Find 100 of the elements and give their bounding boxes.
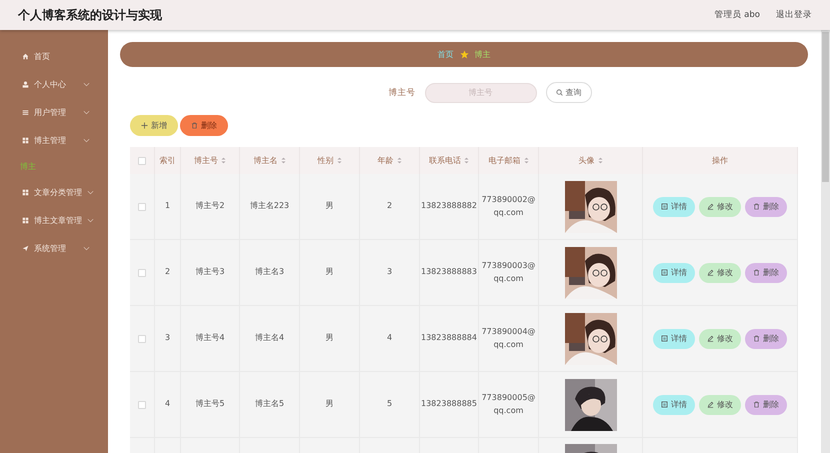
sort-icon[interactable] xyxy=(598,157,602,164)
admin-username: 管理员 abo xyxy=(714,9,760,21)
table-cell: 博主号5 xyxy=(181,372,240,438)
home-icon xyxy=(22,52,29,60)
chevron-icon[interactable] xyxy=(87,190,94,194)
star-icon xyxy=(460,50,468,59)
row-action-button[interactable]: 删除 xyxy=(745,262,787,282)
row-action-button[interactable]: 详情 xyxy=(653,262,695,282)
table-cell: 773890005@qq.com xyxy=(479,372,539,438)
pencil-icon xyxy=(707,335,714,342)
table-cell: 13823888883 xyxy=(420,240,479,306)
row-checkbox[interactable] xyxy=(138,400,146,408)
row-action-button[interactable]: 详情 xyxy=(653,328,695,348)
column-header[interactable]: 博主名 xyxy=(254,155,278,166)
row-action-button[interactable]: 修改 xyxy=(699,196,741,216)
table-cell: 博主名223 xyxy=(240,174,300,240)
table-cell: 博主名3 xyxy=(240,240,300,306)
document-icon xyxy=(661,335,668,342)
grid-icon xyxy=(22,136,29,144)
row-action-button[interactable]: 删除 xyxy=(745,196,787,216)
table-cell: 1 xyxy=(155,174,181,240)
table-cell: 男 xyxy=(300,372,360,438)
sort-icon[interactable] xyxy=(524,157,528,164)
table-cell: 13823888884 xyxy=(420,306,479,372)
row-action-button[interactable]: 详情 xyxy=(653,196,695,216)
document-icon xyxy=(661,269,668,276)
sidebar-item[interactable]: 个人中心 xyxy=(34,78,78,90)
row-checkbox[interactable] xyxy=(138,268,146,276)
column-header[interactable]: 博主号 xyxy=(194,155,218,166)
table-cell: 3 xyxy=(360,240,420,306)
table-cell: 博主号2 xyxy=(181,174,240,240)
sort-icon[interactable] xyxy=(464,157,469,164)
table-cell: 博主名4 xyxy=(240,306,300,372)
table-cell: 男 xyxy=(300,306,360,372)
trash-icon xyxy=(753,269,760,276)
trash-icon xyxy=(191,122,198,129)
table-cell: 男 xyxy=(300,174,360,240)
table-cell: 2 xyxy=(360,174,420,240)
user-icon xyxy=(22,80,29,88)
table-cell: 2 xyxy=(155,240,181,306)
sidebar-item[interactable]: 用户管理 xyxy=(34,106,78,118)
sort-icon[interactable] xyxy=(280,157,286,164)
grid-icon xyxy=(22,216,29,224)
search-button[interactable]: 查询 xyxy=(546,82,592,103)
table-cell: 4 xyxy=(155,372,181,438)
table-cell: 13823888882 xyxy=(420,174,479,240)
chevron-icon[interactable] xyxy=(87,218,94,222)
sidebar-item[interactable]: 博主管理 xyxy=(34,134,78,146)
column-header[interactable]: 头像 xyxy=(578,155,594,166)
table-cell: 13823888885 xyxy=(420,372,479,438)
table-cell: 3 xyxy=(155,306,181,372)
sidebar-item[interactable]: 首页 xyxy=(34,50,108,62)
column-header[interactable]: 操作 xyxy=(712,155,728,166)
column-header[interactable]: 性别 xyxy=(318,155,334,166)
document-icon xyxy=(661,401,668,408)
table-cell: 5 xyxy=(360,372,420,438)
search-label: 博主号 xyxy=(388,86,416,98)
sidebar-item[interactable]: 系统管理 xyxy=(34,242,78,254)
table-cell: 773890004@qq.com xyxy=(479,306,539,372)
chevron-icon[interactable] xyxy=(83,138,90,142)
chevron-icon[interactable] xyxy=(83,246,90,250)
select-all-checkbox[interactable] xyxy=(138,156,146,164)
sort-icon[interactable] xyxy=(336,157,342,164)
breadcrumb-link[interactable]: 首页 xyxy=(438,49,454,60)
logout-link[interactable]: 退出登录 xyxy=(776,9,812,21)
row-checkbox[interactable] xyxy=(138,334,146,342)
column-header[interactable]: 年龄 xyxy=(378,155,394,166)
list-icon xyxy=(22,108,29,116)
row-checkbox[interactable] xyxy=(138,202,146,210)
trash-icon xyxy=(753,401,760,408)
table-cell: 博主名5 xyxy=(240,372,300,438)
grid-icon xyxy=(22,188,29,196)
pencil-icon xyxy=(707,203,714,210)
pencil-icon xyxy=(707,269,714,276)
trash-icon xyxy=(753,203,760,210)
delete-button[interactable]: 删除 xyxy=(180,115,228,136)
sort-icon[interactable] xyxy=(221,157,226,164)
pencil-icon xyxy=(707,401,714,408)
breadcrumb-link[interactable]: 博主 xyxy=(474,49,490,60)
sidebar-item[interactable]: 博主文章管理 xyxy=(34,214,82,226)
chevron-icon[interactable] xyxy=(83,82,90,86)
scrollbar-thumb[interactable] xyxy=(822,32,829,182)
table-cell: 773890002@qq.com xyxy=(479,174,539,240)
table-cell: 男 xyxy=(300,240,360,306)
row-action-button[interactable]: 修改 xyxy=(699,394,741,414)
row-action-button[interactable]: 删除 xyxy=(745,328,787,348)
row-action-button[interactable]: 修改 xyxy=(699,328,741,348)
table-cell: 博主号3 xyxy=(181,240,240,306)
add-button[interactable]: 新增 xyxy=(130,115,178,136)
plus-icon xyxy=(141,122,148,129)
chevron-icon[interactable] xyxy=(83,110,90,114)
row-action-button[interactable]: 详情 xyxy=(653,394,695,414)
app-title: 个人博客系统的设计与实现 xyxy=(18,6,163,24)
table-cell: 博主号4 xyxy=(181,306,240,372)
sidebar-item[interactable]: 文章分类管理 xyxy=(34,186,82,198)
document-icon xyxy=(661,203,668,210)
table-cell: 4 xyxy=(360,306,420,372)
row-action-button[interactable]: 修改 xyxy=(699,262,741,282)
row-action-button[interactable]: 删除 xyxy=(745,394,787,414)
sort-icon[interactable] xyxy=(396,157,402,164)
